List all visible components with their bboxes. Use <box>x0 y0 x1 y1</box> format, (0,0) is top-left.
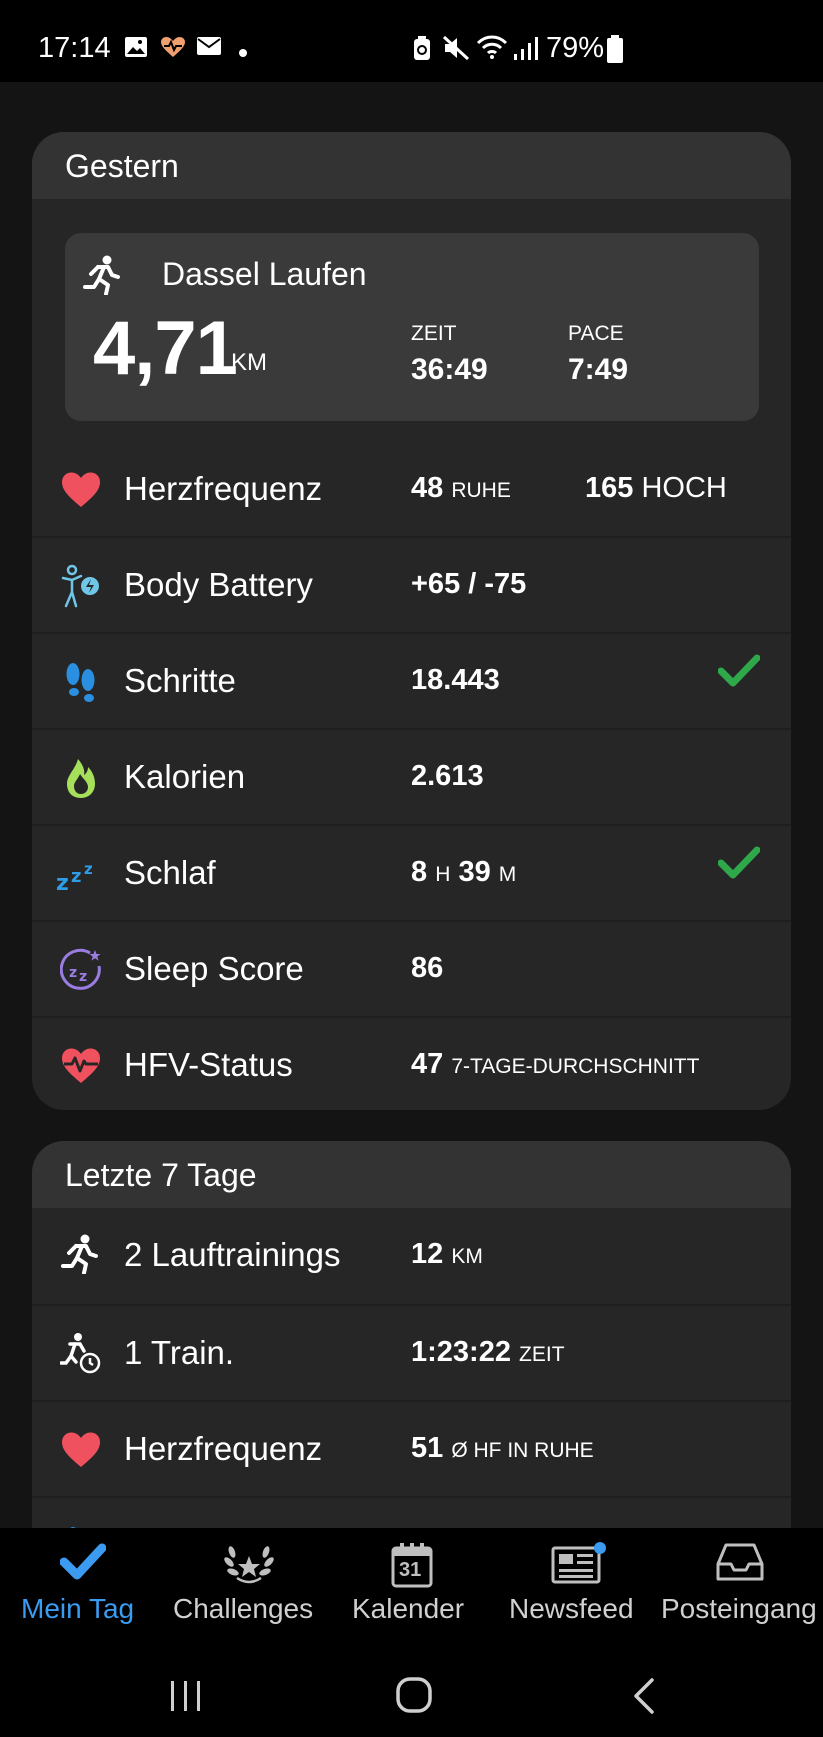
activity-tile[interactable]: Dassel Laufen 4,71 KM ZEIT 36:49 PACE 7:… <box>65 233 759 421</box>
max-hr-value: 165 HOCH <box>585 472 727 504</box>
row-body-battery[interactable]: Body Battery +65 / -75 <box>32 536 791 634</box>
row-label: 2 Lauftrainings <box>124 1236 341 1273</box>
nav-label: Newsfeed <box>509 1593 634 1624</box>
nav-label: Mein Tag <box>21 1593 135 1624</box>
row-sleep-score[interactable]: zz Sleep Score 86 <box>32 920 791 1018</box>
row-steps[interactable]: Schritte 18.443 <box>32 632 791 730</box>
hrv-value: 47 7-TAGE-DURCHSCHNITT <box>411 1048 700 1080</box>
sleep-zzz-icon: zzz <box>56 852 100 896</box>
row-runs[interactable]: 2 Lauftrainings 12 KM <box>32 1208 791 1304</box>
row-label: HFV-Status <box>124 1046 293 1083</box>
home-icon[interactable] <box>394 1675 434 1720</box>
image-icon <box>124 36 148 63</box>
nav-label: Kalender <box>352 1593 465 1624</box>
row-hrv-status[interactable]: HFV-Status 47 7-TAGE-DURCHSCHNITT <box>32 1016 791 1110</box>
inbox-icon <box>716 1542 764 1587</box>
heart-pulse-icon <box>60 1044 104 1088</box>
footsteps-icon <box>60 660 104 704</box>
mute-icon <box>442 35 470 66</box>
svg-text:z: z <box>69 965 77 981</box>
row-label: Herzfrequenz <box>124 1430 323 1467</box>
resting-hr-value: 48 RUHE <box>411 472 511 504</box>
card-title: Gestern <box>65 148 179 184</box>
back-icon[interactable] <box>630 1676 660 1721</box>
card-header: Gestern <box>32 132 791 199</box>
flame-icon <box>60 756 104 800</box>
row-avg-heart-rate[interactable]: Herzfrequenz 51 Ø HF IN RUHE <box>32 1400 791 1498</box>
row-label: 1 Train. <box>124 1334 235 1371</box>
system-navigation-bar <box>0 1658 823 1737</box>
row-label: Schlaf <box>124 854 216 891</box>
nav-mein-tag[interactable]: Mein Tag <box>0 1528 166 1658</box>
timed-activity-icon <box>59 1332 104 1376</box>
goal-check-icon <box>717 654 761 693</box>
laurel-icon <box>223 1542 275 1591</box>
sleep-duration-value: 8 H 39 M <box>411 856 517 888</box>
bottom-navigation: Mein Tag Challenges 31 Kalender Newsfeed… <box>0 1528 823 1658</box>
sleep-score-icon: zz <box>59 948 104 992</box>
signal-icon <box>513 36 539 65</box>
sleep-score-value: 86 <box>411 952 444 984</box>
row-label: Sleep Score <box>124 950 304 987</box>
heart-icon <box>60 1428 104 1472</box>
nav-newsfeed[interactable]: Newsfeed <box>492 1528 658 1658</box>
nav-label: Posteingang <box>661 1593 817 1624</box>
battery-saver-icon <box>412 35 432 66</box>
card-yesterday: Gestern Dassel Laufen 4,71 KM ZEIT 36:49… <box>32 132 791 1110</box>
training-time-value: 1:23:22 ZEIT <box>411 1336 565 1368</box>
card-title: Letzte 7 Tage <box>65 1157 257 1193</box>
row-label: Herzfrequenz <box>124 470 323 507</box>
nav-kalender[interactable]: 31 Kalender <box>332 1528 492 1658</box>
body-battery-value: +65 / -75 <box>411 568 527 600</box>
svg-text:z: z <box>56 871 69 896</box>
status-bar: 17:14 79% <box>0 0 823 82</box>
row-label: Body Battery <box>124 566 313 603</box>
svg-text:z: z <box>71 866 81 887</box>
row-heart-rate[interactable]: Herzfrequenz 48 RUHE 165 HOCH <box>32 442 791 538</box>
activity-distance: 4,71 <box>93 306 238 391</box>
running-icon <box>82 255 120 300</box>
row-calories[interactable]: Kalorien 2.613 <box>32 728 791 826</box>
svg-text:z: z <box>84 860 93 878</box>
nav-label: Challenges <box>173 1593 314 1624</box>
battery-level: 79% <box>546 32 605 64</box>
status-time: 17:14 <box>38 32 111 64</box>
check-icon <box>59 1542 107 1587</box>
dot-icon <box>239 44 247 62</box>
running-icon <box>60 1234 104 1278</box>
avg-resting-hr-value: 51 Ø HF IN RUHE <box>411 1432 594 1464</box>
heart-icon <box>60 468 104 512</box>
calendar-day: 31 <box>399 1559 422 1581</box>
card-header: Letzte 7 Tage <box>32 1141 791 1208</box>
row-label: Kalorien <box>124 758 246 795</box>
row-label: Schritte <box>124 662 236 699</box>
steps-value: 18.443 <box>411 664 500 696</box>
nav-posteingang[interactable]: Posteingang <box>658 1528 823 1658</box>
goal-check-icon <box>717 846 761 885</box>
row-sleep[interactable]: zzz Schlaf 8 H 39 M <box>32 824 791 922</box>
battery-icon <box>607 35 623 68</box>
mail-icon <box>196 36 222 61</box>
calories-value: 2.613 <box>411 760 484 792</box>
row-trainings[interactable]: 1 Train. 1:23:22 ZEIT <box>32 1304 791 1402</box>
nav-challenges[interactable]: Challenges <box>166 1528 332 1658</box>
time-value: 36:49 <box>411 353 488 386</box>
calendar-icon: 31 <box>390 1542 434 1593</box>
pace-value: 7:49 <box>568 353 629 386</box>
activity-distance-unit: KM <box>231 349 267 376</box>
run-distance-value: 12 KM <box>411 1238 483 1270</box>
recents-icon[interactable] <box>168 1678 204 1719</box>
newspaper-icon <box>551 1542 607 1591</box>
body-battery-icon <box>60 564 104 608</box>
pace-label: PACE <box>568 322 624 345</box>
wifi-icon <box>476 34 508 65</box>
activity-name: Dassel Laufen <box>162 256 367 292</box>
svg-text:z: z <box>79 969 87 985</box>
heart-app-icon <box>160 36 186 63</box>
time-label: ZEIT <box>411 322 457 345</box>
